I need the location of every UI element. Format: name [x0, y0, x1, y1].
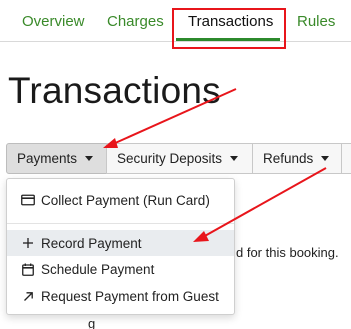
transaction-actions-toolbar: Payments Security Deposits Refunds: [6, 143, 351, 174]
chevron-down-icon: [321, 156, 330, 161]
payments-dropdown-menu: Collect Payment (Run Card) Record Paymen…: [6, 178, 235, 315]
payments-button-label: Payments: [17, 151, 78, 166]
menu-item-label: Schedule Payment: [41, 261, 155, 277]
arrow-up-right-icon: [21, 289, 35, 303]
menu-item-label: Record Payment: [41, 235, 142, 251]
chevron-down-icon: [230, 156, 239, 161]
menu-item-label: Collect Payment (Run Card): [41, 192, 210, 208]
menu-item-collect-payment[interactable]: Collect Payment (Run Card): [7, 188, 234, 212]
calendar-icon: [21, 262, 35, 276]
booking-info-text: d for this booking.: [236, 245, 339, 260]
tab-overview[interactable]: Overview: [22, 13, 85, 30]
refunds-dropdown-button[interactable]: Refunds: [252, 143, 342, 174]
refunds-button-label: Refunds: [263, 151, 314, 166]
credit-card-icon: [21, 193, 35, 207]
tab-bar: Overview Charges Transactions Rules: [0, 0, 351, 49]
menu-item-record-payment[interactable]: Record Payment: [7, 230, 234, 256]
payments-dropdown-button[interactable]: Payments: [6, 143, 107, 174]
tab-rules[interactable]: Rules: [297, 13, 335, 30]
obscured-text: g: [88, 316, 96, 329]
security-deposits-dropdown-button[interactable]: Security Deposits: [106, 143, 253, 174]
menu-item-schedule-payment[interactable]: Schedule Payment: [7, 257, 234, 281]
menu-item-request-payment[interactable]: Request Payment from Guest: [7, 284, 234, 308]
security-deposits-button-label: Security Deposits: [117, 151, 223, 166]
plus-icon: [21, 236, 35, 250]
menu-item-label: Request Payment from Guest: [41, 288, 219, 304]
page-title: Transactions: [8, 70, 221, 111]
more-actions-button[interactable]: [341, 143, 351, 174]
tab-charges[interactable]: Charges: [107, 13, 164, 30]
menu-divider: [7, 223, 234, 224]
chevron-down-icon: [85, 156, 94, 161]
annotation-highlight-box: [172, 8, 286, 49]
